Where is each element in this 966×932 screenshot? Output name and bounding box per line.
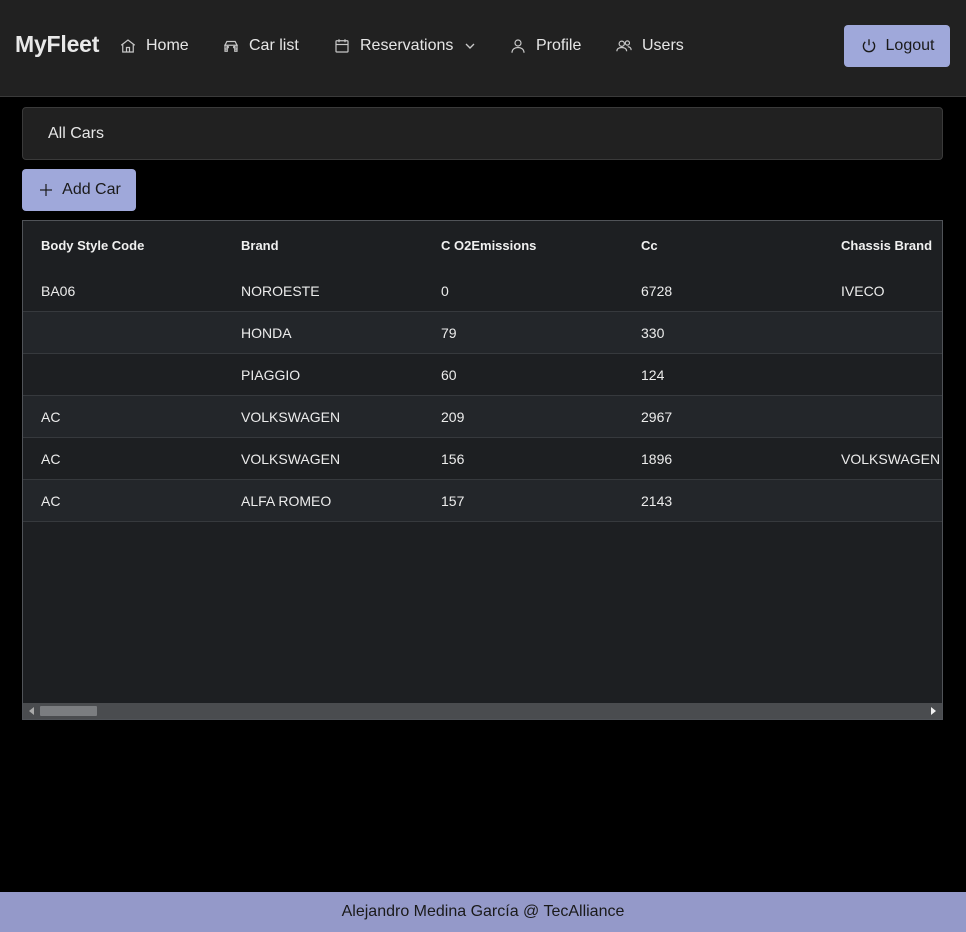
cell-brand: VOLKSWAGEN	[241, 451, 341, 467]
cell-chassis-brand: IVECO	[841, 283, 885, 299]
user-icon	[511, 39, 525, 53]
nav-home[interactable]: Home	[119, 34, 189, 58]
chevron-down-icon	[465, 43, 475, 49]
horizontal-scrollbar[interactable]	[23, 703, 942, 719]
table-row[interactable]: PIAGGIO 60 124	[23, 354, 942, 396]
users-icon	[616, 40, 632, 52]
cell-cc: 1896	[641, 451, 673, 467]
cell-cc: 2967	[641, 409, 673, 425]
cell-brand: NOROESTE	[241, 283, 320, 299]
nav-users-label: Users	[642, 37, 684, 54]
home-icon	[120, 39, 136, 53]
cars-table: Body Style Code Brand C O2Emissions Cc C…	[22, 220, 943, 720]
logout-label: Logout	[885, 37, 935, 54]
cell-co2-emissions: 157	[441, 493, 465, 509]
top-navbar: MyFleet Home Car list Reservations Profi…	[0, 0, 966, 97]
cell-body-style-code: AC	[41, 493, 61, 509]
cell-co2-emissions: 79	[441, 325, 457, 341]
cell-chassis-brand: VOLKSWAGEN	[841, 451, 941, 467]
plus-icon	[40, 184, 53, 196]
nav-car-list-label: Car list	[249, 37, 299, 54]
calendar-icon	[335, 39, 349, 53]
cell-cc: 6728	[641, 283, 673, 299]
table-row[interactable]: AC VOLKSWAGEN 209 2967	[23, 396, 942, 438]
table-header: Body Style Code Brand C O2Emissions Cc C…	[23, 221, 942, 271]
page-title: All Cars	[48, 125, 105, 142]
cell-brand: VOLKSWAGEN	[241, 409, 341, 425]
column-header-body-style-code[interactable]: Body Style Code	[41, 238, 144, 253]
cell-brand: HONDA	[241, 325, 292, 341]
cell-cc: 124	[641, 367, 665, 383]
cell-body-style-code: AC	[41, 451, 61, 467]
scroll-left-arrow-icon[interactable]	[29, 707, 34, 715]
cell-co2-emissions: 0	[441, 283, 449, 299]
cell-cc: 330	[641, 325, 665, 341]
column-header-co2-emissions[interactable]: C O2Emissions	[441, 238, 536, 253]
logout-button[interactable]: Logout	[844, 25, 950, 67]
nav-home-label: Home	[146, 37, 189, 54]
brand-logo[interactable]: MyFleet	[15, 31, 99, 58]
cell-brand: PIAGGIO	[241, 367, 301, 383]
nav-reservations[interactable]: Reservations	[333, 34, 478, 58]
cell-co2-emissions: 156	[441, 451, 465, 467]
column-header-chassis-brand[interactable]: Chassis Brand	[841, 238, 932, 253]
cell-co2-emissions: 60	[441, 367, 457, 383]
column-header-cc[interactable]: Cc	[641, 238, 658, 253]
add-car-button[interactable]: Add Car	[22, 169, 136, 211]
cell-body-style-code: AC	[41, 409, 61, 425]
table-row[interactable]: AC VOLKSWAGEN 156 1896 VOLKSWAGEN	[23, 438, 942, 480]
footer-text: Alejandro Medina García @ TecAlliance	[341, 903, 625, 920]
cell-cc: 2143	[641, 493, 673, 509]
table-row[interactable]: BA06 NOROESTE 0 6728 IVECO	[23, 270, 942, 312]
breadcrumb: All Cars	[22, 107, 943, 160]
column-header-brand[interactable]: Brand	[241, 238, 279, 253]
scrollbar-thumb[interactable]	[40, 706, 97, 716]
nav-reservations-label: Reservations	[360, 37, 454, 54]
car-icon	[224, 40, 238, 52]
cell-brand: ALFA ROMEO	[241, 493, 332, 509]
footer: Alejandro Medina García @ TecAlliance	[0, 892, 966, 932]
add-car-label: Add Car	[62, 181, 121, 198]
cell-body-style-code: BA06	[41, 283, 76, 299]
nav-car-list[interactable]: Car list	[222, 34, 299, 58]
nav-users[interactable]: Users	[615, 34, 684, 58]
table-row[interactable]: AC ALFA ROMEO 157 2143	[23, 480, 942, 522]
nav-profile[interactable]: Profile	[509, 34, 581, 58]
cell-co2-emissions: 209	[441, 409, 465, 425]
scroll-right-arrow-icon[interactable]	[931, 707, 936, 715]
nav-profile-label: Profile	[536, 37, 582, 54]
power-icon	[862, 39, 875, 53]
table-row[interactable]: HONDA 79 330	[23, 312, 942, 354]
